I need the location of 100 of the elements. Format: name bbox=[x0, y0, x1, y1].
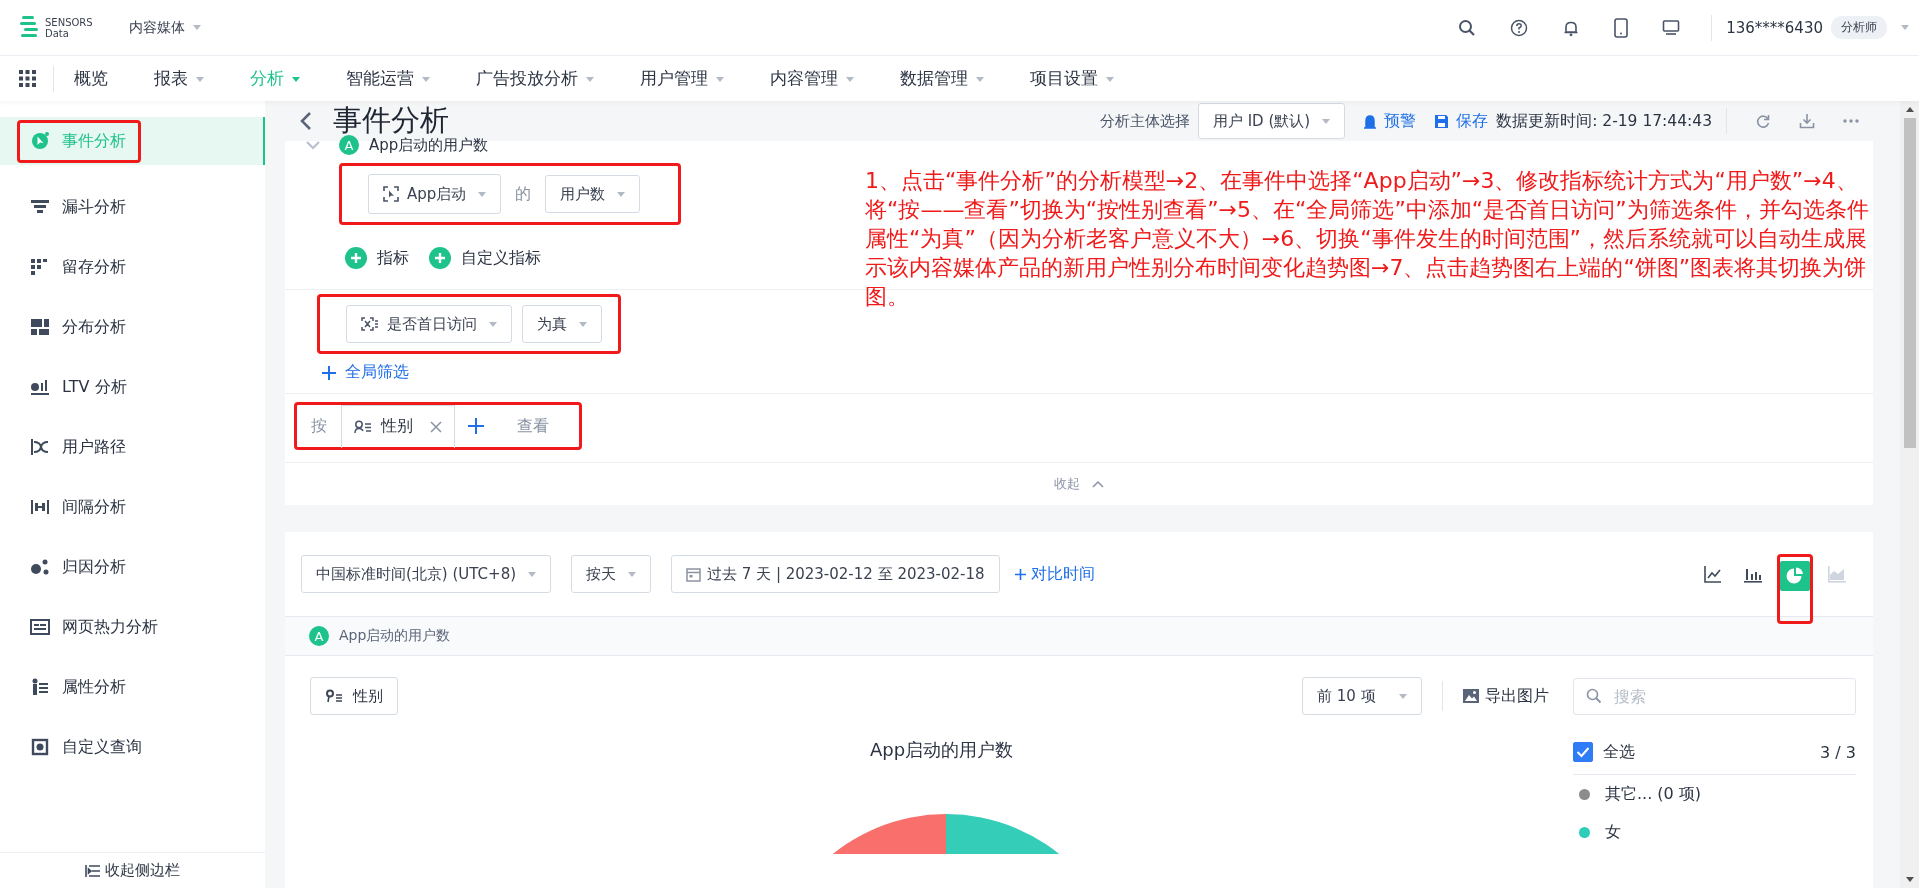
filter-property-dropdown[interactable]: 是否首日访问 bbox=[346, 305, 512, 343]
subject-dropdown[interactable]: 用户 ID (默认) bbox=[1197, 103, 1346, 139]
more-icon[interactable] bbox=[1843, 119, 1859, 123]
logo-text: SENSORS bbox=[45, 16, 93, 28]
property-icon bbox=[361, 317, 379, 331]
grid-icon bbox=[30, 257, 50, 277]
update-time: 数据更新时间: 2-19 17:44:43 bbox=[1496, 110, 1712, 132]
area-chart-icon bbox=[1828, 565, 1846, 583]
chevron-up-icon bbox=[1092, 480, 1104, 488]
nav-tab[interactable]: 项目设置 bbox=[1030, 67, 1114, 90]
plus-icon bbox=[1013, 567, 1027, 581]
sidebar-item[interactable]: 留存分析 bbox=[0, 237, 265, 297]
add-filter-link[interactable]: 全局筛选 bbox=[321, 362, 409, 383]
search-field[interactable]: 搜索 bbox=[1573, 677, 1856, 715]
group-chip[interactable]: 性别 bbox=[310, 677, 398, 715]
nav-tab[interactable]: 数据管理 bbox=[900, 67, 984, 90]
granularity-dropdown[interactable]: 按天 bbox=[571, 555, 652, 593]
event-icon bbox=[383, 186, 399, 202]
interval-icon bbox=[30, 497, 50, 517]
coin-chart-icon bbox=[30, 377, 50, 397]
page-title: 事件分析 bbox=[333, 102, 449, 137]
node-icon bbox=[30, 557, 50, 577]
series-badge: A bbox=[339, 135, 359, 155]
sidebar-item[interactable]: 分布分析 bbox=[0, 297, 265, 357]
nav-tab[interactable]: 概览 bbox=[74, 67, 108, 90]
apps-icon[interactable] bbox=[19, 70, 36, 87]
image-icon bbox=[1463, 689, 1479, 703]
date-range-picker[interactable]: 过去 7 天 | 2023-02-12 至 2023-02-18 bbox=[671, 555, 1000, 593]
nav-tab[interactable]: 用户管理 bbox=[640, 67, 724, 90]
sidebar-item[interactable]: LTV 分析 bbox=[0, 357, 265, 417]
filter-operator-dropdown[interactable]: 为真 bbox=[522, 305, 602, 343]
group-property-chip[interactable]: 性别 bbox=[341, 404, 455, 448]
group-prefix: 按 bbox=[311, 415, 327, 437]
search-icon[interactable] bbox=[1458, 18, 1477, 37]
plus-icon bbox=[321, 364, 337, 381]
scroll-down-icon[interactable] bbox=[1905, 877, 1914, 882]
add-custom-metric-button[interactable]: 自定义指标 bbox=[429, 247, 541, 269]
group-suffix: 查看 bbox=[517, 415, 549, 437]
calendar-icon bbox=[686, 566, 702, 582]
sidebar-item[interactable]: 自定义查询 bbox=[0, 717, 265, 777]
frame-icon bbox=[30, 737, 50, 757]
timezone-dropdown[interactable]: 中国标准时间(北京) (UTC+8) bbox=[301, 555, 552, 593]
close-icon[interactable] bbox=[430, 420, 442, 433]
sidebar-item[interactable]: 用户路径 bbox=[0, 417, 265, 477]
role-badge: 分析师 bbox=[1831, 16, 1887, 39]
checkbox[interactable] bbox=[1573, 742, 1593, 762]
scrollbar-thumb[interactable] bbox=[1903, 118, 1916, 448]
pie-chart-icon bbox=[1786, 567, 1804, 585]
subject-label: 分析主体选择 bbox=[1099, 111, 1190, 131]
annotation-text: 1、点击“事件分析”的分析模型→2、在事件中选择“App启动”→3、修改指标统计方式为“用户数”→4、将“按——查看”切换为“按性别查看”→5、在“全局筛选”中添加“是否首日访问”为筛选条件，并勾选条件属性“为真”（因为分析老客户意义不大）→6、切换“事件发生的时间范围”，然后系统就可以自动生成展示该内容媒体产品的新用户性别分布时间变化趋势图→7、点击趋势图右上端的“饼图”图表将其切换为饼图。 bbox=[865, 167, 1870, 311]
select-all-label: 全选 bbox=[1603, 741, 1635, 763]
logo[interactable]: SENSORS Data bbox=[20, 14, 93, 41]
help-icon[interactable] bbox=[1510, 18, 1529, 37]
nav-tab[interactable]: 内容管理 bbox=[770, 67, 854, 90]
path-icon bbox=[30, 437, 50, 457]
window-icon bbox=[30, 617, 50, 637]
plus-icon bbox=[429, 247, 451, 269]
logo-text: Data bbox=[45, 27, 70, 39]
compare-time-link[interactable]: 对比时间 bbox=[1013, 563, 1095, 585]
sidebar-item[interactable]: 属性分析 bbox=[0, 657, 265, 717]
project-dropdown[interactable]: 内容媒体 bbox=[128, 18, 201, 37]
plus-icon[interactable] bbox=[467, 417, 485, 435]
phone-icon[interactable] bbox=[1614, 17, 1629, 38]
plus-icon bbox=[345, 247, 367, 269]
nav-tab[interactable]: 广告投放分析 bbox=[476, 67, 594, 90]
metric-title: App启动的用户数 bbox=[369, 135, 489, 155]
series-label: App启动的用户数 bbox=[339, 627, 451, 645]
scroll-up-icon[interactable] bbox=[1905, 107, 1914, 112]
nav-tab[interactable]: 报表 bbox=[154, 67, 204, 90]
monitor-icon[interactable] bbox=[1662, 18, 1681, 37]
alert-button[interactable]: 预警 bbox=[1363, 110, 1417, 132]
user-account[interactable]: 136****6430 bbox=[1726, 18, 1823, 37]
add-metric-button[interactable]: 指标 bbox=[345, 247, 409, 269]
sidebar-item[interactable]: 漏斗分析 bbox=[0, 177, 265, 237]
back-icon[interactable] bbox=[299, 111, 313, 131]
sidebar-item[interactable]: 网页热力分析 bbox=[0, 597, 265, 657]
save-button[interactable]: 保存 bbox=[1434, 110, 1489, 132]
nav-tab[interactable]: 智能运营 bbox=[346, 67, 430, 90]
search-icon bbox=[1586, 688, 1602, 704]
export-image-button[interactable]: 导出图片 bbox=[1463, 685, 1549, 707]
person-list-icon bbox=[325, 689, 343, 703]
sidebar-item[interactable]: 归因分析 bbox=[0, 537, 265, 597]
top-n-dropdown[interactable]: 前 10 项 bbox=[1302, 677, 1422, 715]
refresh-icon[interactable] bbox=[1755, 113, 1771, 129]
event-dropdown[interactable]: App启动 bbox=[368, 174, 502, 214]
measure-dropdown[interactable]: 用户数 bbox=[545, 175, 641, 213]
legend-item[interactable]: 其它... (0 项) bbox=[1605, 783, 1702, 805]
blocks-icon bbox=[30, 317, 50, 337]
person-list-icon bbox=[30, 677, 50, 697]
sidebar-item[interactable]: 间隔分析 bbox=[0, 477, 265, 537]
chart-title: App启动的用户数 bbox=[869, 738, 1014, 762]
collapse-sidebar-button[interactable]: 收起侧边栏 bbox=[0, 852, 265, 888]
of-label: 的 bbox=[515, 183, 532, 205]
save-icon bbox=[1434, 113, 1450, 129]
line-chart-icon bbox=[1704, 565, 1722, 583]
download-icon[interactable] bbox=[1799, 113, 1815, 129]
series-badge: A bbox=[309, 626, 329, 646]
group-property: 性别 bbox=[381, 416, 413, 437]
legend-item[interactable]: 女 bbox=[1605, 821, 1621, 843]
siren-icon bbox=[1363, 113, 1378, 129]
